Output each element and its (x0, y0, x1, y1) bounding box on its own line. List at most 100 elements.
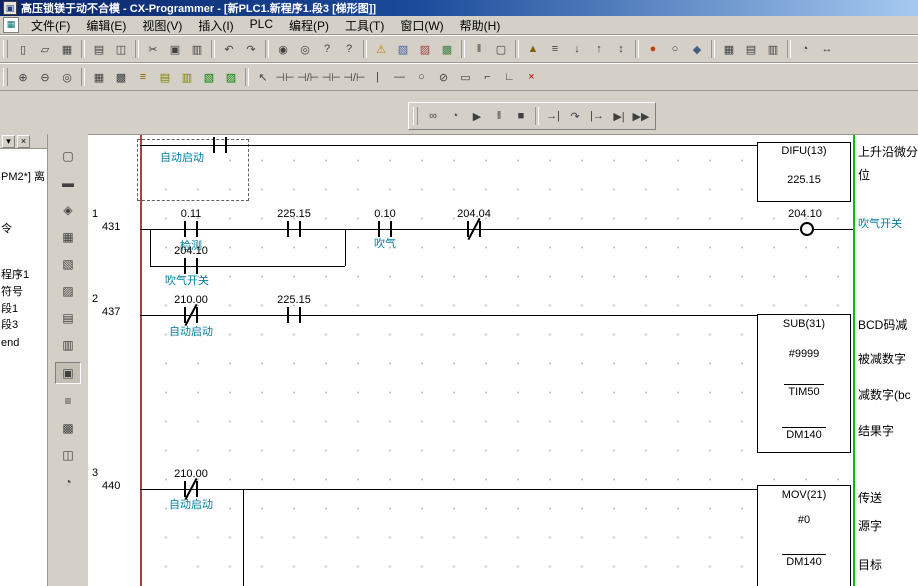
transfer-to-plc-icon[interactable]: ↓ (566, 40, 588, 58)
rung-comment-icon[interactable]: ≡ (132, 68, 154, 86)
toolbar-grip[interactable] (3, 68, 8, 86)
menu-window[interactable]: 窗口(W) (392, 16, 451, 35)
open-file-icon[interactable]: ▱ (34, 40, 56, 58)
tree-item-symbols[interactable]: 符号 (0, 286, 47, 299)
closed-coil-tool-icon[interactable]: ⊘ (432, 68, 454, 86)
new-file-icon[interactable]: ▯ (12, 40, 34, 58)
run-icon[interactable]: ▶ (466, 107, 488, 125)
mdi-child-icon[interactable]: ▦ (3, 17, 19, 33)
address-reference-icon[interactable]: ▦ (56, 227, 80, 247)
tree-item-command[interactable]: 令 (0, 223, 47, 236)
horizontal-line-tool-icon[interactable]: — (388, 68, 410, 86)
select-tool-icon[interactable]: ↖ (252, 68, 274, 86)
pause-run-icon[interactable]: ‖ (488, 107, 510, 125)
workspace-close-button[interactable]: × (17, 135, 30, 148)
save-icon[interactable]: ▦ (56, 40, 78, 58)
grid-c-icon[interactable]: ▥ (762, 40, 784, 58)
set-value-icon[interactable]: ◆ (686, 40, 708, 58)
delete-tool-icon[interactable]: × (520, 68, 542, 86)
toolbar-grip[interactable] (3, 40, 8, 58)
tree-item-section3[interactable]: 段3 (0, 319, 47, 332)
contact-nc-204-04[interactable] (467, 221, 481, 237)
zoom-in-icon[interactable]: ⊕ (12, 68, 34, 86)
menu-file[interactable]: 文件(F) (23, 16, 78, 35)
copy-icon[interactable]: ▣ (164, 40, 186, 58)
comment-editor-icon[interactable]: ▨ (56, 281, 80, 301)
memory-view-icon[interactable]: ▥ (56, 335, 80, 355)
data-trace-icon[interactable]: ◫ (56, 445, 80, 465)
menu-plc[interactable]: PLC (242, 16, 281, 35)
step-out-icon[interactable]: |→ (586, 107, 608, 125)
output-coil-204-10[interactable] (800, 222, 814, 236)
find-icon[interactable]: ◉ (272, 40, 294, 58)
monitor-mode-icon[interactable]: ▨ (414, 40, 436, 58)
compare-plc-icon[interactable]: ↕ (610, 40, 632, 58)
remove-line-tool-icon[interactable]: ∟ (498, 68, 520, 86)
ladder-editor[interactable]: 自动启动 DIFU(13) 225.15 上升沿微分 位 1 431 0.11 … (88, 134, 918, 586)
contact-closed-tool-icon[interactable]: ⊣/⊢ (296, 68, 320, 86)
toolbar-grip[interactable] (413, 107, 418, 125)
mov-instruction-block[interactable]: MOV(21) #0 DM140 (757, 485, 851, 586)
find-replace-icon[interactable]: ◎ (294, 40, 316, 58)
contact-nc-210-00[interactable] (184, 481, 198, 497)
contact-auto-start[interactable] (213, 137, 227, 153)
force-off-icon[interactable]: ○ (664, 40, 686, 58)
watch-window-icon[interactable]: ◔ (794, 40, 816, 58)
or-contact-open-tool-icon[interactable]: ⊣⊢ (320, 68, 342, 86)
menu-view[interactable]: 视图(V) (134, 16, 190, 35)
step-over-icon[interactable]: ↷ (564, 107, 586, 125)
contact-open-tool-icon[interactable]: ⊣⊢ (274, 68, 296, 86)
monitor-view-icon[interactable]: ▩ (56, 418, 80, 438)
program-mode-icon[interactable]: ▢ (490, 40, 512, 58)
contact-nc-210-00[interactable] (184, 307, 198, 323)
monitor-color-icon[interactable]: ▩ (436, 40, 458, 58)
contact-225-15[interactable] (287, 307, 301, 323)
zoom-out-icon[interactable]: ⊖ (34, 68, 56, 86)
print-preview-icon[interactable]: ◫ (110, 40, 132, 58)
or-contact-closed-tool-icon[interactable]: ⊣/⊢ (342, 68, 366, 86)
zoom-fit-icon[interactable]: ◎ (56, 68, 78, 86)
monitor-data2-icon[interactable]: ▥ (176, 68, 198, 86)
cut-icon[interactable]: ✂ (142, 40, 164, 58)
coil-tool-icon[interactable]: ○ (410, 68, 432, 86)
watch-window2-icon[interactable]: ◈ (56, 200, 80, 220)
ladder-view-icon[interactable]: ▣ (55, 362, 81, 384)
paste-icon[interactable]: ▥ (186, 40, 208, 58)
compile-icon[interactable]: ▲ (522, 40, 544, 58)
time-chart-icon[interactable]: ◔ (56, 472, 80, 492)
contact-225-15[interactable] (287, 221, 301, 237)
online-work-icon[interactable]: ▧ (392, 40, 414, 58)
menu-tools[interactable]: 工具(T) (337, 16, 392, 35)
cross-reference-icon[interactable]: ↔ (816, 40, 838, 58)
contact-0-11[interactable] (184, 221, 198, 237)
menu-help[interactable]: 帮助(H) (452, 16, 509, 35)
print-icon[interactable]: ▤ (88, 40, 110, 58)
sub-instruction-block[interactable]: SUB(31) #9999 TIM50 DM140 (757, 314, 851, 453)
warning-monitor-icon[interactable]: ⚠ (370, 40, 392, 58)
vertical-line-tool-icon[interactable]: | (366, 68, 388, 86)
help-icon[interactable]: ? (316, 40, 338, 58)
monitor-data1-icon[interactable]: ▤ (154, 68, 176, 86)
run-to-cursor-icon[interactable]: ▶| (608, 107, 630, 125)
monitor-glasses-icon[interactable]: ∞ (422, 107, 444, 125)
menu-edit[interactable]: 编辑(E) (78, 16, 134, 35)
mnemonic-view-icon[interactable]: ≡ (56, 391, 80, 411)
grid-toggle-icon[interactable]: ▦ (88, 68, 110, 86)
address-comment-icon[interactable]: ▨ (220, 68, 242, 86)
symbol-editor-icon[interactable]: ▧ (56, 254, 80, 274)
workspace-menu-button[interactable]: ▾ (2, 135, 15, 148)
step-into-icon[interactable]: →| (542, 107, 564, 125)
grid-dots-icon[interactable]: ▩ (110, 68, 132, 86)
workspace-window-icon[interactable]: ▢ (56, 146, 80, 166)
grid-b-icon[interactable]: ▤ (740, 40, 762, 58)
redo-icon[interactable]: ↷ (240, 40, 262, 58)
continuous-run-icon[interactable]: ▶▶ (630, 107, 652, 125)
wrap-rungs-icon[interactable]: ▧ (198, 68, 220, 86)
online-edit-icon[interactable]: ≡ (544, 40, 566, 58)
menu-insert[interactable]: 插入(I) (190, 16, 241, 35)
tree-item-section1[interactable]: 段1 (0, 303, 47, 316)
tree-item-program[interactable]: 程序1 (0, 269, 47, 282)
tree-item-end[interactable]: end (0, 337, 47, 350)
transfer-from-plc-icon[interactable]: ↑ (588, 40, 610, 58)
pause-icon[interactable]: ‖ (468, 40, 490, 58)
